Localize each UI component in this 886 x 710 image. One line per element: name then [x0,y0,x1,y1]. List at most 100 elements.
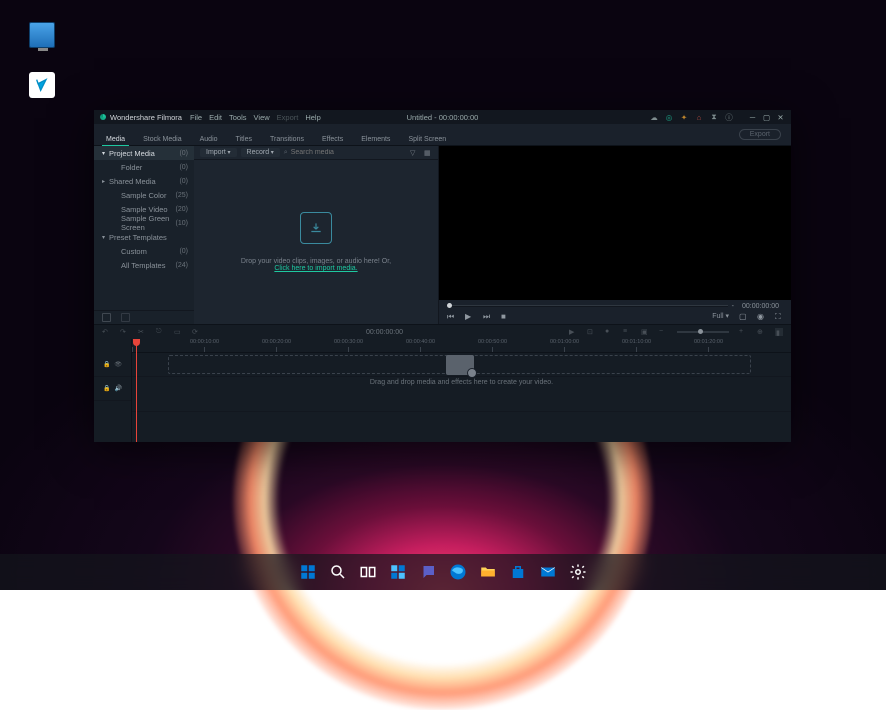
tab-effects[interactable]: Effects [314,124,351,145]
display-toggle-icon[interactable]: ▢ [739,312,747,320]
sidebar-item-sample-green-screen[interactable]: Sample Green Screen(10) [94,216,194,230]
sidebar-item-folder[interactable]: Folder(0) [94,160,194,174]
sidebar-item-all-templates[interactable]: All Templates(24) [94,258,194,272]
cloud-icon[interactable]: ☁ [650,113,658,121]
new-folder-button[interactable] [102,313,111,322]
track-audio-1[interactable] [132,392,791,412]
tab-stock-media[interactable]: Stock Media [135,124,190,145]
taskbar-task-view[interactable] [355,559,381,585]
track-video-1[interactable] [132,353,791,377]
quality-dropdown[interactable]: Full ▾ [712,312,729,320]
track-header-audio[interactable]: 🔒 🔊 [94,377,131,401]
crop-button[interactable]: ▭ [174,328,182,336]
taskbar-widgets[interactable] [385,559,411,585]
menu-tools[interactable]: Tools [229,113,247,122]
media-sidebar: ▾Project Media(0)Folder(0)▸Shared Media(… [94,146,194,324]
sidebar-item-project-media[interactable]: ▾Project Media(0) [94,146,194,160]
lock-icon[interactable]: 🔒 [103,385,110,392]
taskbar-file-explorer[interactable] [475,559,501,585]
close-button[interactable]: ✕ [776,113,785,122]
tab-media[interactable]: Media [98,124,133,145]
grid-view-icon[interactable]: ▦ [424,149,432,157]
sidebar-item-shared-media[interactable]: ▸Shared Media(0) [94,174,194,188]
menu-bar: File Edit Tools View Export Help [190,113,321,122]
bell-icon[interactable]: ⧗ [710,113,718,121]
user-icon[interactable]: ◎ [665,113,673,121]
timeline-options-button[interactable]: ▮ [775,328,783,336]
taskbar-store[interactable] [505,559,531,585]
tab-titles[interactable]: Titles [228,124,260,145]
zoom-fit-button[interactable]: ⊕ [757,328,765,336]
media-panel: Import Record ⌕ ▽ ▦ Drop your vide [194,146,439,324]
audio-mixer-button[interactable]: ≡ [623,328,631,336]
tab-split-screen[interactable]: Split Screen [400,124,454,145]
transitions-icon [282,126,291,135]
tab-elements[interactable]: Elements [353,124,398,145]
desktop-shortcut-this-pc[interactable] [22,22,62,50]
preview-controls: ⏮ ▶ ⏭ ■ Full ▾ ▢ ◉ ⛶ [439,308,791,324]
star-icon[interactable]: ✦ [680,113,688,121]
undo-button[interactable]: ↶ [102,328,110,336]
taskbar-search[interactable] [325,559,351,585]
next-frame-button[interactable]: ⏭ [483,312,491,320]
open-folder-button[interactable] [121,313,130,322]
timeline-tracks[interactable]: 00:00:10:0000:00:20:0000:00:30:0000:00:4… [132,339,791,442]
cart-icon[interactable]: ⌂ [695,113,703,121]
menu-export[interactable]: Export [277,113,299,122]
minimize-button[interactable]: ─ [748,113,757,122]
taskbar-chat[interactable] [415,559,441,585]
zoom-in-button[interactable]: + [739,328,747,336]
snapshot-icon[interactable]: ◉ [757,312,765,320]
menu-help[interactable]: Help [305,113,320,122]
playhead[interactable] [136,339,137,442]
tab-audio[interactable]: Audio [192,124,226,145]
export-button[interactable]: Export [739,129,781,140]
import-dropdown[interactable]: Import [200,148,237,157]
timeline-ruler[interactable]: 00:00:10:0000:00:20:0000:00:30:0000:00:4… [132,339,791,353]
mute-icon[interactable]: 🔊 [115,385,122,392]
timeline-drop-zone[interactable] [168,355,751,374]
mic-icon[interactable]: ● [605,328,613,336]
play-button[interactable]: ▶ [465,312,473,320]
speed-button[interactable]: ⟳ [192,328,200,336]
sidebar-item-custom[interactable]: Custom(0) [94,244,194,258]
redo-button[interactable]: ↷ [120,328,128,336]
tab-transitions[interactable]: Transitions [262,124,312,145]
record-dropdown[interactable]: Record [241,148,280,157]
stop-button[interactable]: ■ [501,312,509,320]
visibility-icon[interactable]: 👁 [114,361,122,368]
track-header-video[interactable]: 🔒 👁 [94,353,131,377]
render-button[interactable]: ▣ [641,328,649,336]
zoom-slider[interactable] [677,331,729,333]
info-icon[interactable]: ⓘ [725,113,733,121]
prev-frame-button[interactable]: ⏮ [447,312,455,320]
zoom-out-button[interactable]: − [659,328,667,336]
taskbar-settings[interactable] [565,559,591,585]
voiceover-button[interactable]: ⊡ [587,328,595,336]
media-toolbar: Import Record ⌕ ▽ ▦ [194,146,438,160]
preview-viewport[interactable] [439,146,791,300]
fullscreen-icon[interactable]: ⛶ [775,312,783,320]
lock-icon[interactable]: 🔒 [103,361,110,368]
sidebar-item-preset-templates[interactable]: ▾Preset Templates [94,230,194,244]
filmora-window: Wondershare Filmora File Edit Tools View… [94,110,791,442]
marker-button[interactable]: ▶ [569,328,577,336]
sidebar-item-sample-color[interactable]: Sample Color(25) [94,188,194,202]
desktop-shortcut-recycle-bin[interactable] [22,72,62,100]
main-tabs: Media Stock Media Audio Titles Transitio… [94,124,791,146]
this-pc-icon [29,22,55,48]
elements-icon [371,126,380,135]
filter-icon[interactable]: ▽ [410,149,418,157]
split-button[interactable]: ⎋ [156,328,164,336]
menu-edit[interactable]: Edit [209,113,222,122]
maximize-button[interactable]: ▢ [762,113,771,122]
delete-button[interactable]: ✂ [138,328,146,336]
taskbar-edge[interactable] [445,559,471,585]
search-input[interactable] [291,149,351,156]
menu-file[interactable]: File [190,113,202,122]
taskbar-start[interactable] [295,559,321,585]
media-drop-area[interactable]: Drop your video clips, images, or audio … [194,160,438,324]
menu-view[interactable]: View [254,113,270,122]
taskbar-mail[interactable] [535,559,561,585]
import-link[interactable]: Click here to import media. [274,265,357,272]
